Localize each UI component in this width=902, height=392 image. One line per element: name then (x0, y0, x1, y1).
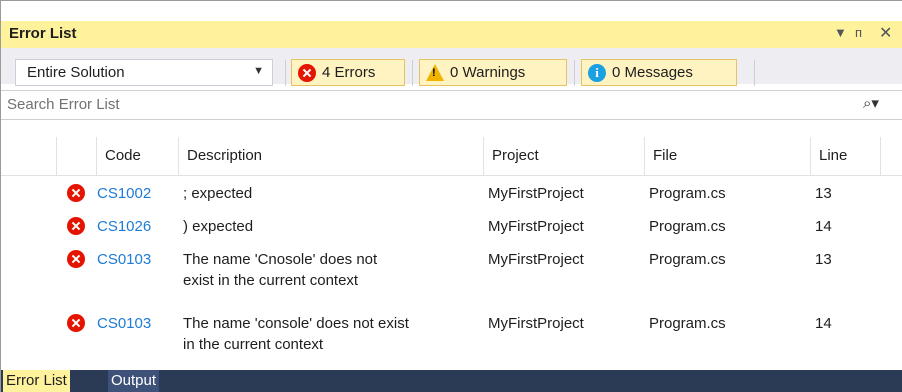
row-line: 14 (815, 218, 832, 235)
row-code[interactable]: CS0103 (97, 249, 151, 270)
close-icon[interactable]: ✕ (879, 23, 892, 43)
errors-count: 4 Errors (322, 64, 376, 81)
row-project: MyFirstProject (488, 315, 584, 332)
row-code[interactable]: CS0103 (97, 313, 151, 334)
scope-value: Entire Solution (27, 64, 125, 81)
search-box: ⌕▾ (1, 90, 902, 120)
error-list-toolbar: Entire Solution ▼ 4 Errors ! 0 Warnings … (1, 48, 902, 86)
row-code[interactable]: CS1026 (97, 216, 151, 237)
column-header-project[interactable]: Project (483, 137, 644, 175)
row-code[interactable]: CS1002 (97, 183, 151, 204)
table-row[interactable]: CS1002 ; expected MyFirstProject Program… (1, 180, 902, 207)
error-icon (67, 184, 85, 202)
tab-output[interactable]: Output (108, 370, 160, 392)
scope-dropdown[interactable]: Entire Solution ▼ (15, 59, 273, 86)
search-input[interactable] (7, 94, 827, 114)
warning-icon: ! (426, 64, 444, 81)
row-project: MyFirstProject (488, 185, 584, 202)
messages-count: 0 Messages (612, 64, 693, 81)
toolbar-divider (574, 60, 575, 86)
row-file: Program.cs (649, 251, 726, 268)
row-project: MyFirstProject (488, 218, 584, 235)
column-header-code[interactable]: Code (96, 137, 178, 175)
row-description: The name 'console' does not exist (183, 315, 409, 332)
table-row[interactable]: CS0103 The name 'console' does not exist… (1, 310, 902, 360)
error-icon (67, 314, 85, 332)
warnings-count: 0 Warnings (450, 64, 526, 81)
toolbar-divider (754, 60, 755, 86)
toolbar-divider (285, 60, 286, 86)
row-description-continued: in the current context (183, 336, 324, 353)
column-header-line[interactable]: Line (810, 137, 880, 175)
chevron-down-icon: ▼ (253, 65, 264, 77)
errors-filter-button[interactable]: 4 Errors (291, 59, 405, 86)
column-header-filler (880, 137, 902, 175)
row-description: ; expected (183, 185, 253, 202)
row-project: MyFirstProject (488, 251, 584, 268)
panel-title: Error List (9, 25, 77, 42)
column-header-icon[interactable] (56, 137, 96, 175)
table-row[interactable]: CS0103 The name 'Cnosole' does not exist… (1, 246, 902, 296)
row-line: 13 (815, 251, 832, 268)
row-file: Program.cs (649, 218, 726, 235)
table-row[interactable]: CS1026 ) expected MyFirstProject Program… (1, 213, 902, 240)
bottom-tab-strip: Error List Output (1, 370, 902, 392)
row-file: Program.cs (649, 315, 726, 332)
column-header-file[interactable]: File (644, 137, 810, 175)
row-line: 14 (815, 315, 832, 332)
error-icon (67, 250, 85, 268)
info-icon: i (588, 63, 606, 82)
row-file: Program.cs (649, 185, 726, 202)
column-header-row: Code Description Project File Line (1, 137, 902, 176)
pin-icon[interactable]: ᴨ (855, 25, 862, 40)
warnings-filter-button[interactable]: ! 0 Warnings (419, 59, 567, 86)
error-icon (67, 217, 85, 235)
row-description: ) expected (183, 218, 254, 235)
row-description: The name 'Cnosole' does not (183, 251, 378, 268)
row-description-continued: exist in the current context (183, 272, 359, 289)
row-line: 13 (815, 185, 832, 202)
error-icon (298, 63, 316, 82)
messages-filter-button[interactable]: i 0 Messages (581, 59, 737, 86)
panel-title-bar: Error List ▼ ᴨ ✕ (1, 21, 902, 48)
search-icon[interactable]: ⌕▾ (863, 94, 879, 112)
dropdown-arrow-icon[interactable]: ▼ (834, 25, 847, 40)
toolbar-divider (412, 60, 413, 86)
tab-error-list[interactable]: Error List (3, 370, 70, 392)
column-header-description[interactable]: Description (178, 137, 483, 175)
